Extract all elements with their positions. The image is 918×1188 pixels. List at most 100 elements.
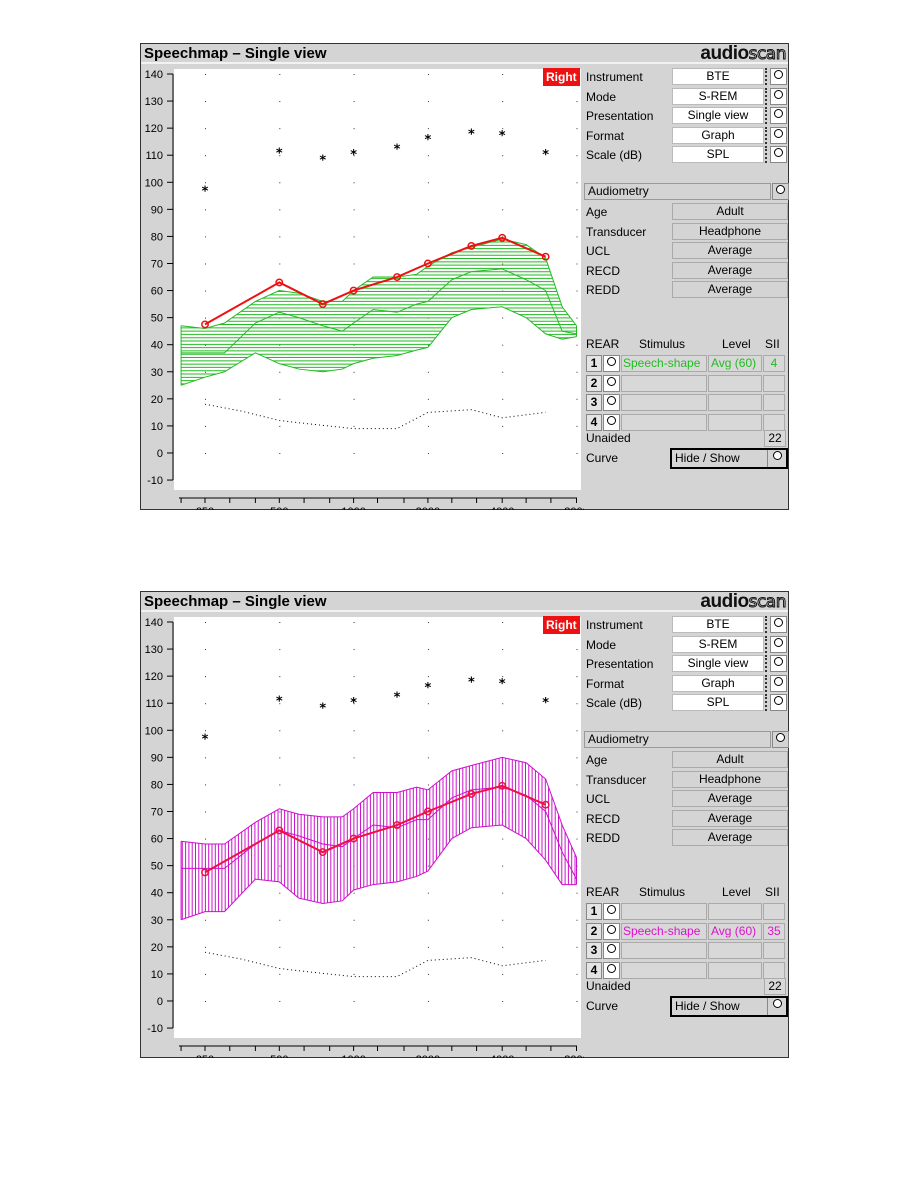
rear-radio-button[interactable] xyxy=(603,922,620,940)
setting-value-field[interactable]: Graph xyxy=(672,126,764,144)
grid-dot xyxy=(576,155,578,157)
setting-label: Instrument xyxy=(586,618,643,632)
setting-radio-button[interactable] xyxy=(770,107,787,124)
setting-value-field[interactable]: Single view xyxy=(672,107,764,124)
audiometry-value[interactable]: Average xyxy=(672,809,788,827)
radio-icon xyxy=(774,696,783,705)
grid-dot xyxy=(427,919,429,921)
setting-radio-button[interactable] xyxy=(770,616,787,633)
hide-show-button[interactable]: Hide / Show xyxy=(670,996,788,1017)
level-cell[interactable] xyxy=(708,961,762,979)
setting-radio-button[interactable] xyxy=(770,635,787,653)
grid-dot xyxy=(353,784,355,786)
level-cell[interactable] xyxy=(708,903,762,920)
grid-dot xyxy=(353,892,355,894)
level-cell[interactable] xyxy=(708,413,762,431)
rear-radio-button[interactable] xyxy=(603,355,620,372)
grid-dot xyxy=(427,892,429,894)
grid-dot xyxy=(205,317,206,319)
stimulus-cell[interactable] xyxy=(621,394,707,411)
level-cell[interactable]: Avg (60) xyxy=(708,922,762,940)
audiometry-row-recd: RECD Average xyxy=(584,261,788,280)
hide-show-button[interactable]: Hide / Show xyxy=(670,448,788,469)
x-tick-label: 250 xyxy=(196,1054,214,1058)
level-cell[interactable] xyxy=(708,394,762,411)
setting-value-field[interactable]: SPL xyxy=(672,146,764,163)
ucl-point: * xyxy=(424,681,431,696)
setting-value-field[interactable]: S-REM xyxy=(672,87,764,105)
setting-value-field[interactable]: Graph xyxy=(672,674,764,692)
hide-show-radio[interactable] xyxy=(767,450,786,467)
grid-dot xyxy=(576,425,578,427)
audiometry-radio[interactable] xyxy=(772,731,789,748)
audiometry-value[interactable]: Adult xyxy=(672,751,788,768)
audiometry-header[interactable]: Audiometry xyxy=(584,731,771,748)
rear-radio-button[interactable] xyxy=(603,394,620,411)
rear-radio-button[interactable] xyxy=(603,413,620,431)
audiometry-value[interactable]: Headphone xyxy=(672,770,788,788)
rear-number-button[interactable]: 1 xyxy=(586,903,602,920)
audiometry-header[interactable]: Audiometry xyxy=(584,183,771,200)
audiometry-value[interactable]: Adult xyxy=(672,203,788,220)
grid-dot xyxy=(279,1000,281,1002)
ear-badge-right[interactable]: Right xyxy=(543,616,580,634)
window-title: Speechmap – Single view xyxy=(144,593,327,610)
y-tick-label: 60 xyxy=(151,834,163,846)
stimulus-cell[interactable] xyxy=(621,413,707,431)
setting-value-field[interactable]: Single view xyxy=(672,655,764,672)
level-cell[interactable]: Avg (60) xyxy=(708,355,762,372)
stimulus-cell[interactable] xyxy=(621,961,707,979)
audiometry-value[interactable]: Average xyxy=(672,261,788,279)
setting-label: Presentation xyxy=(586,109,654,123)
ear-badge-right[interactable]: Right xyxy=(543,68,580,86)
setting-radio-button[interactable] xyxy=(770,146,787,163)
y-tick-label: 40 xyxy=(151,340,163,352)
grid-dot xyxy=(502,703,504,705)
grid-dot xyxy=(279,425,281,427)
control-sidebar: Instrument BTE Mode S-REM Presentation Single… xyxy=(584,614,789,1054)
audiometry-value[interactable]: Average xyxy=(672,242,788,259)
audiometry-value[interactable]: Average xyxy=(672,790,788,807)
grid-dot xyxy=(353,730,355,732)
setting-radio-button[interactable] xyxy=(770,87,787,105)
stimulus-cell[interactable] xyxy=(621,942,707,959)
rear-number-button[interactable]: 2 xyxy=(586,374,602,392)
y-tick-label: -10 xyxy=(147,475,163,487)
setting-radio-button[interactable] xyxy=(770,126,787,144)
stimulus-cell[interactable] xyxy=(621,903,707,920)
rear-radio-button[interactable] xyxy=(603,961,620,979)
rear-number-button[interactable]: 3 xyxy=(586,394,602,411)
rear-number-button[interactable]: 2 xyxy=(586,922,602,940)
rear-number-button[interactable]: 1 xyxy=(586,355,602,372)
speechmap-panel: Speechmap – Single view audioscan 140 130… xyxy=(140,43,789,510)
hide-show-radio[interactable] xyxy=(767,998,786,1015)
rear-table-header: REAR Stimulus Level SII xyxy=(584,336,788,352)
rear-number-button[interactable]: 4 xyxy=(586,961,602,979)
level-cell[interactable] xyxy=(708,942,762,959)
setting-radio-button[interactable] xyxy=(770,674,787,692)
setting-value-field[interactable]: S-REM xyxy=(672,635,764,653)
rear-radio-button[interactable] xyxy=(603,374,620,392)
rear-radio-button[interactable] xyxy=(603,942,620,959)
setting-value-field[interactable]: SPL xyxy=(672,694,764,711)
audiometry-radio[interactable] xyxy=(772,183,789,200)
audiometry-value[interactable]: Average xyxy=(672,829,788,846)
grid-dot xyxy=(353,1000,355,1002)
stimulus-cell[interactable] xyxy=(621,374,707,392)
stimulus-cell[interactable]: Speech-shape xyxy=(621,355,707,372)
rear-radio-button[interactable] xyxy=(603,903,620,920)
audiometry-value[interactable]: Headphone xyxy=(672,222,788,240)
rear-number-button[interactable]: 4 xyxy=(586,413,602,431)
y-tick-label: -10 xyxy=(147,1023,163,1035)
stimulus-cell[interactable]: Speech-shape xyxy=(621,922,707,940)
audiometry-row-transducer: Transducer Headphone xyxy=(584,770,788,789)
level-cell[interactable] xyxy=(708,374,762,392)
setting-value-field[interactable]: BTE xyxy=(672,68,764,85)
rear-number-button[interactable]: 3 xyxy=(586,942,602,959)
grid-dot xyxy=(502,892,504,894)
audiometry-value[interactable]: Average xyxy=(672,281,788,298)
setting-radio-button[interactable] xyxy=(770,655,787,672)
setting-value-field[interactable]: BTE xyxy=(672,616,764,633)
setting-radio-button[interactable] xyxy=(770,68,787,85)
setting-radio-button[interactable] xyxy=(770,694,787,711)
